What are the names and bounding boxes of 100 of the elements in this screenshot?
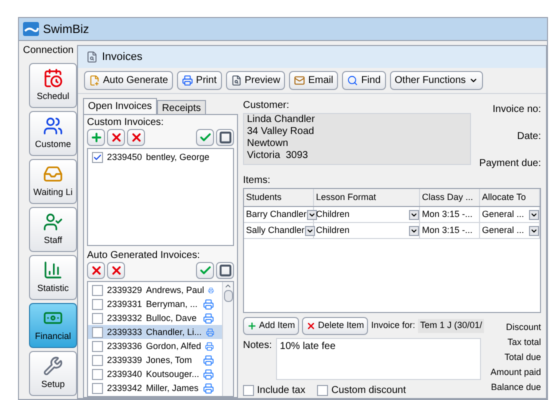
- checkbox[interactable]: [92, 326, 103, 338]
- checkbox[interactable]: [92, 312, 103, 324]
- printer-icon[interactable]: [208, 284, 214, 296]
- toolbar-button[interactable]: Find: [342, 71, 386, 90]
- customer-name: bentley, George: [146, 152, 210, 162]
- printer-icon[interactable]: [203, 354, 214, 366]
- total-label: Tax total: [507, 336, 541, 348]
- checkbox[interactable]: [317, 385, 328, 396]
- nav-button[interactable]: Setup: [29, 351, 77, 396]
- select-none-button[interactable]: [216, 262, 234, 279]
- toolbar-button[interactable]: Preview: [226, 71, 286, 90]
- dropdown-icon[interactable]: [409, 226, 419, 236]
- grid-cell[interactable]: General ...: [480, 223, 540, 238]
- column-header[interactable]: Class Day ...: [420, 189, 480, 206]
- square-icon: [218, 264, 232, 277]
- invoice-row[interactable]: 2339329 Andrews, Paul: [88, 283, 222, 297]
- caret-icon: [468, 76, 478, 85]
- menu-item[interactable]: Connection: [19, 41, 78, 59]
- dropdown-icon[interactable]: [409, 210, 419, 220]
- nav-button[interactable]: Financial: [29, 303, 77, 348]
- column-header[interactable]: Students: [244, 189, 314, 206]
- checkbox[interactable]: [92, 382, 103, 394]
- field-label: Customer:: [243, 99, 290, 113]
- printer-icon[interactable]: [203, 382, 214, 394]
- toolbar-button[interactable]: Other Functions: [390, 71, 483, 90]
- notes-field[interactable]: 10% late fee: [276, 338, 481, 380]
- option-label: Include tax: [257, 384, 306, 398]
- invoice-row[interactable]: 2339450 bentley, George: [88, 150, 233, 164]
- invoice-row[interactable]: 2339339 Jones, Tom: [88, 353, 222, 367]
- select-all-button[interactable]: [196, 262, 214, 279]
- checkbox[interactable]: [92, 354, 103, 366]
- invoice-row[interactable]: 2339331 Berryman, ...: [88, 297, 222, 311]
- printer-icon[interactable]: [203, 298, 214, 310]
- nav-button[interactable]: Schedul: [29, 63, 77, 108]
- checkbox[interactable]: [92, 298, 103, 310]
- dropdown-icon[interactable]: [529, 210, 539, 220]
- grid-cell[interactable]: Mon 3:15 -...: [420, 207, 480, 222]
- nav-button[interactable]: Statistic: [29, 255, 77, 300]
- total-label: Total due: [504, 351, 541, 363]
- grid-cell[interactable]: Children: [314, 223, 420, 238]
- toolbar-button[interactable]: Email: [289, 71, 338, 90]
- cross-icon: [306, 321, 316, 331]
- invoice-row[interactable]: 2339340 Koutsouger...: [88, 367, 222, 381]
- item-button[interactable]: Add Item: [243, 317, 300, 335]
- tab[interactable]: Open Invoices: [83, 98, 157, 114]
- item-button[interactable]: Delete Item: [302, 317, 368, 335]
- plus-icon: [90, 131, 102, 144]
- tab[interactable]: Receipts: [156, 100, 206, 114]
- scroll-up-icon[interactable]: [224, 282, 232, 290]
- column-header[interactable]: Lesson Format: [314, 189, 420, 206]
- tray-icon: [43, 164, 63, 184]
- delete-button[interactable]: [87, 262, 105, 279]
- delete-checked-button[interactable]: [127, 129, 145, 146]
- printer-icon[interactable]: [203, 312, 214, 324]
- option-label: Custom discount: [331, 384, 406, 398]
- invoice-row[interactable]: 2339332 Bulloc, Dave: [88, 311, 222, 325]
- checkbox[interactable]: [92, 340, 103, 352]
- dropdown-icon[interactable]: [306, 210, 317, 220]
- total-label: Balance due: [490, 381, 541, 393]
- select-none-button[interactable]: [216, 129, 234, 146]
- invoice-for-field[interactable]: Tem 1 J (30/01/: [418, 319, 484, 333]
- mail-icon: [294, 75, 306, 86]
- invoice-number: 2339340: [107, 370, 142, 378]
- grid-cell[interactable]: Mon 3:15 -...: [420, 223, 480, 238]
- add-button[interactable]: [87, 129, 105, 146]
- cross-icon: [110, 131, 122, 144]
- checkbox[interactable]: [92, 152, 103, 162]
- grid-cell[interactable]: Barry Chandler: [244, 207, 314, 222]
- toolbar-button[interactable]: Auto Generate: [84, 71, 174, 90]
- invoice-row[interactable]: 2339336 Gordon, Alfed: [88, 339, 222, 353]
- grid-cell[interactable]: Children: [314, 207, 420, 222]
- printer-icon[interactable]: [205, 340, 214, 352]
- invoice-row[interactable]: 2339342 Miller, James: [88, 381, 222, 395]
- address-line: 34 Valley Road: [247, 126, 316, 138]
- nav-button[interactable]: Staff: [29, 207, 77, 252]
- dropdown-icon[interactable]: [304, 226, 315, 236]
- grid-cell[interactable]: Sally Chandler: [244, 223, 314, 238]
- invoice-number: 2339339: [107, 356, 142, 364]
- dropdown-icon[interactable]: [529, 226, 539, 236]
- printer-icon[interactable]: [206, 326, 214, 338]
- checkbox[interactable]: [92, 284, 103, 296]
- column-header[interactable]: Allocate To: [480, 189, 540, 206]
- checkbox[interactable]: [243, 385, 254, 396]
- invoice-row[interactable]: 2339333 Chandler, Li...: [88, 325, 222, 339]
- toolbar-button[interactable]: Print: [177, 71, 222, 90]
- customer-name: Koutsouger...: [146, 370, 200, 378]
- delete-checked-button[interactable]: [107, 262, 125, 279]
- invoice-number: 2339450: [107, 152, 142, 162]
- select-all-button[interactable]: [196, 129, 214, 146]
- printer-icon[interactable]: [203, 368, 214, 380]
- window-title: Invoices: [102, 50, 142, 65]
- checkbox[interactable]: [92, 368, 103, 380]
- scrollbar[interactable]: [222, 282, 233, 396]
- document-icon: [89, 75, 100, 86]
- grid-cell[interactable]: General ...: [480, 207, 540, 222]
- nav-button[interactable]: Waiting Li: [29, 159, 77, 204]
- nav-button[interactable]: Custome: [29, 111, 77, 156]
- scroll-thumb[interactable]: [224, 290, 232, 302]
- delete-button[interactable]: [107, 129, 125, 146]
- total-label: Amount paid: [490, 366, 541, 378]
